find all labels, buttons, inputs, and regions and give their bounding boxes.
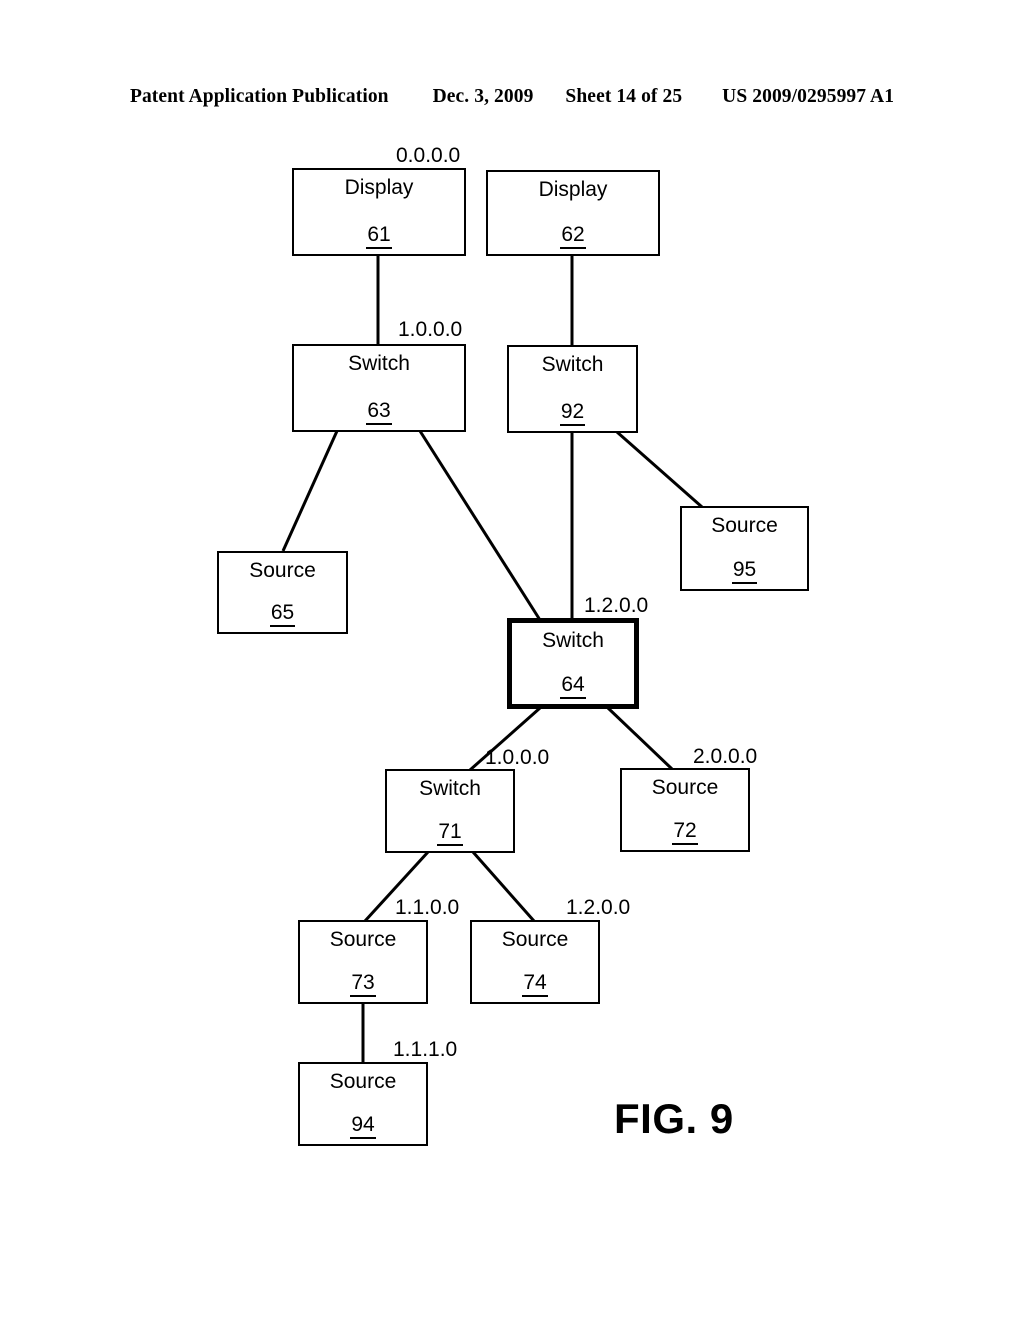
node-number-label: 63 [294, 399, 464, 425]
node-number-label: 65 [219, 601, 346, 627]
node-type-label: Switch [419, 777, 481, 800]
node-type-label: Source [711, 514, 778, 537]
node-type-label: Switch [541, 353, 604, 376]
node-number-label: 64 [512, 673, 634, 699]
node-number-label: 74 [472, 971, 598, 997]
address-label-64: 1.2.0.0 [584, 594, 649, 617]
node-source-95[interactable]: Source 95 [680, 506, 809, 591]
node-switch-92[interactable]: Switch 92 [507, 345, 638, 433]
node-switch-64[interactable]: Switch 64 [507, 618, 639, 709]
network-topology-diagram: Display 61 Display 62 Switch 63 Switch 9… [0, 0, 1024, 1320]
node-type-label: Source [329, 928, 397, 951]
address-label-94: 1.1.1.0 [393, 1038, 458, 1061]
edge-64-72 [606, 706, 674, 771]
edge-63-64 [418, 430, 542, 621]
address-label-72: 2.0.0.0 [693, 745, 758, 768]
figure-caption: FIG. 9 [614, 1095, 734, 1142]
address-label-73: 1.1.0.0 [395, 896, 460, 919]
node-source-72[interactable]: Source 72 [620, 768, 750, 852]
node-source-73[interactable]: Source 73 [298, 920, 428, 1004]
node-source-94[interactable]: Source 94 [298, 1062, 428, 1146]
node-type-label: Source [651, 776, 719, 799]
address-label-61: 0.0.0.0 [396, 144, 461, 167]
node-source-65[interactable]: Source 65 [217, 551, 348, 634]
node-number-label: 73 [300, 971, 426, 997]
node-number-label: 71 [387, 820, 513, 846]
edge-92-95 [616, 430, 703, 509]
node-source-74[interactable]: Source 74 [470, 920, 600, 1004]
node-display-61[interactable]: Display 61 [292, 168, 466, 256]
edge-63-65 [281, 430, 339, 552]
node-switch-63[interactable]: Switch 63 [292, 344, 466, 432]
node-type-label: Source [329, 1070, 397, 1093]
node-type-label: Switch [348, 352, 410, 375]
address-label-74: 1.2.0.0 [566, 896, 631, 919]
node-switch-71[interactable]: Switch 71 [385, 769, 515, 853]
edge-71-74 [471, 851, 536, 922]
address-label-63: 1.0.0.0 [398, 318, 463, 341]
address-label-71: 1.0.0.0 [485, 746, 550, 769]
node-type-label: Display [538, 178, 608, 201]
node-number-label: 62 [488, 223, 658, 249]
node-number-label: 92 [509, 400, 636, 426]
node-type-label: Source [249, 559, 316, 582]
node-number-label: 72 [622, 819, 748, 845]
node-type-label: Switch [542, 629, 604, 652]
node-number-label: 95 [682, 558, 807, 584]
node-display-62[interactable]: Display 62 [486, 170, 660, 256]
node-number-label: 61 [294, 223, 464, 249]
node-type-label: Display [344, 176, 414, 199]
node-number-label: 94 [300, 1113, 426, 1139]
node-type-label: Source [501, 928, 569, 951]
